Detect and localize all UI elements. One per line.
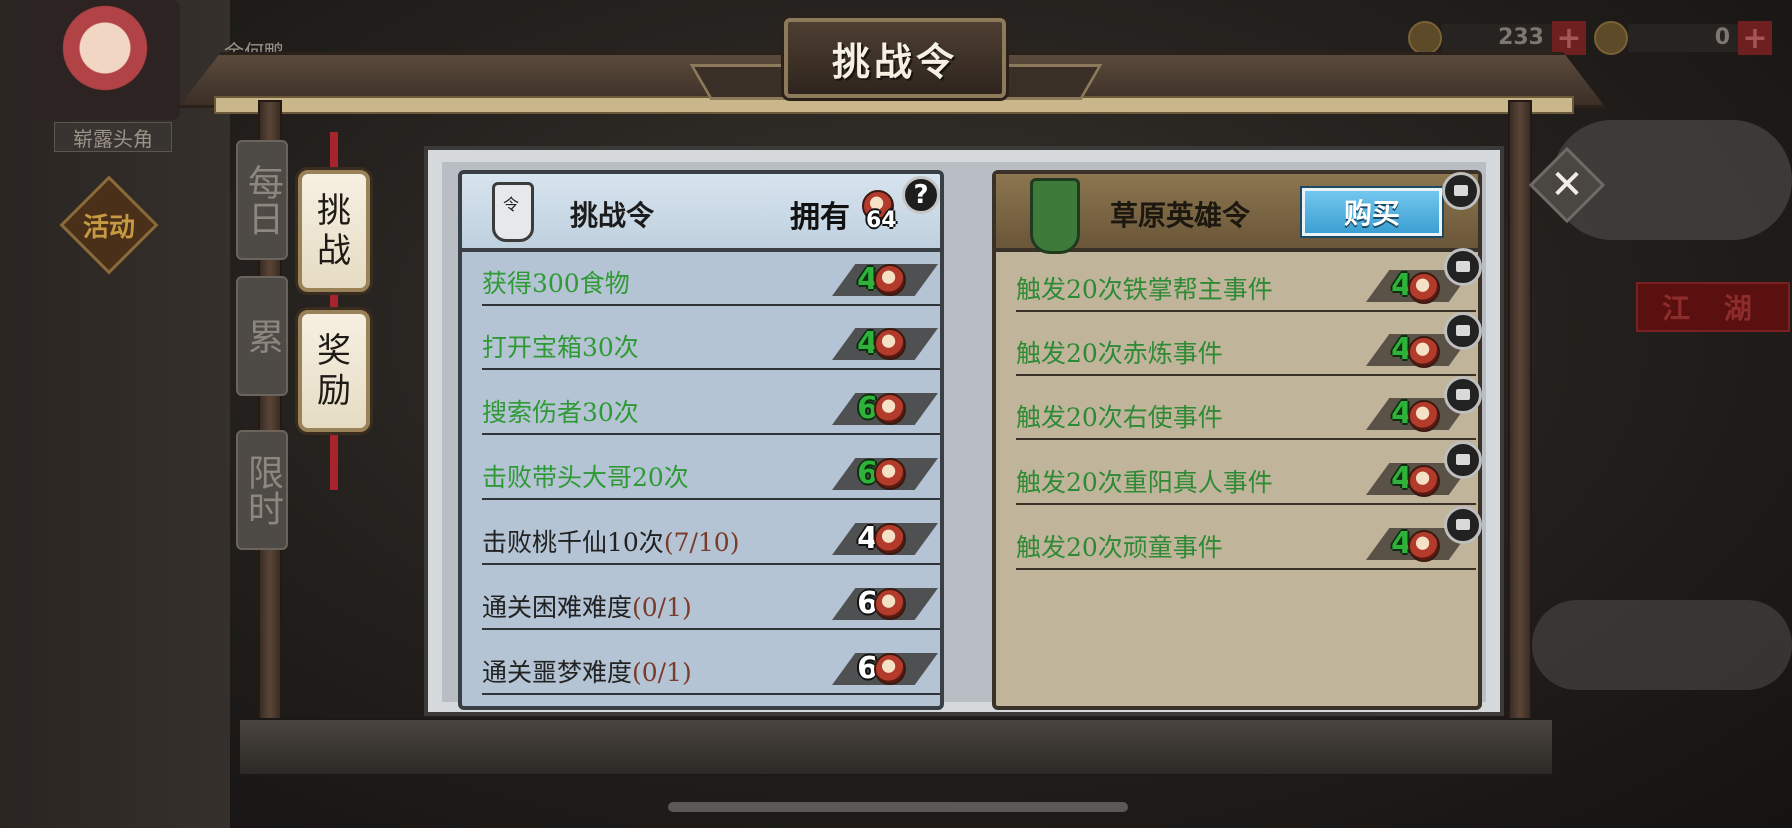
buy-button[interactable]: 购买 (1302, 188, 1442, 236)
tab-reward-label: 奖励 (317, 331, 351, 411)
player-title-tag: 崭露头角 (54, 122, 172, 152)
drum-icon (874, 393, 906, 425)
drum-icon (874, 523, 906, 555)
hero-token-card-header: 草原英雄令 购买 (996, 172, 1480, 254)
player-avatar[interactable] (30, 0, 180, 120)
tab-rope (330, 132, 338, 172)
ghost-tab-accumulate[interactable]: 累 (236, 276, 288, 396)
task-text: 触发20次顽童事件 (1016, 533, 1223, 562)
drum-icon (1408, 465, 1440, 497)
challenge-card: 挑战令 拥有 64 ? 获得300食物 4 打开宝箱30次 4 搜索伤者30次 … (458, 170, 944, 710)
drum-icon (874, 264, 906, 296)
challenge-card-title: 挑战令 (570, 199, 655, 232)
task-text: 击败带头大哥20次 (482, 463, 689, 492)
lock-icon (1444, 312, 1482, 350)
task-text: 击败桃千仙10次(7/10) (482, 528, 740, 557)
task-text: 触发20次右使事件 (1016, 403, 1223, 432)
drum-icon (1408, 530, 1440, 562)
task-text: 打开宝箱30次 (482, 333, 639, 362)
drum-icon (874, 328, 906, 360)
home-indicator-bar (668, 802, 1128, 812)
grassland-token-icon (1030, 178, 1080, 254)
gold-resource: 0 + (1594, 18, 1772, 58)
ghost-tab-limited[interactable]: 限时 (236, 430, 288, 550)
add-gold-button[interactable]: + (1738, 21, 1772, 56)
drum-icon (874, 653, 906, 685)
task-row: 触发20次重阳真人事件 4 (1016, 441, 1482, 505)
challenge-token-icon (492, 182, 534, 242)
task-text: 触发20次重阳真人事件 (1016, 468, 1273, 497)
task-row: 击败桃千仙10次(7/10) 4 (482, 515, 940, 565)
task-row: 击败带头大哥20次 6 (482, 450, 940, 500)
help-button[interactable]: ? (902, 176, 940, 214)
drum-icon (1408, 336, 1440, 368)
drum-icon (874, 588, 906, 620)
gold-value: 0 (1628, 24, 1738, 52)
close-icon: ✕ (1550, 162, 1584, 208)
task-row: 触发20次赤炼事件 4 (1016, 312, 1482, 376)
task-text: 获得300食物 (482, 269, 630, 298)
task-row: 通关困难难度(0/1) 6 (482, 580, 940, 630)
task-row: 获得300食物 4 (482, 256, 940, 306)
lock-icon (1442, 172, 1480, 210)
page-title: 挑战令 (831, 38, 958, 84)
task-text: 通关困难难度(0/1) (482, 593, 692, 622)
event-charm-label: 活动 (82, 212, 135, 243)
lock-icon (1444, 376, 1482, 414)
challenge-card-header: 挑战令 拥有 64 ? (462, 174, 940, 252)
task-row: 触发20次顽童事件 4 (1016, 506, 1482, 570)
hero-token-card: 草原英雄令 购买 触发20次铁掌帮主事件 4 触发20次赤炼事件 4 触发20次… (992, 170, 1482, 710)
tab-rope (330, 430, 338, 490)
cloud-decoration (1532, 600, 1792, 690)
task-text: 触发20次赤炼事件 (1016, 339, 1223, 368)
task-row: 搜索伤者30次 6 (482, 385, 940, 435)
drum-icon (874, 458, 906, 490)
frame-base (238, 718, 1554, 776)
lock-icon (1444, 441, 1482, 479)
lock-icon (1444, 248, 1482, 286)
tab-challenge-label: 挑战 (317, 191, 351, 271)
jianghu-button[interactable]: 江 湖 (1636, 282, 1790, 332)
own-label: 拥有 (790, 200, 850, 235)
lock-icon (1444, 506, 1482, 544)
task-text: 触发20次铁掌帮主事件 (1016, 275, 1273, 304)
task-row: 打开宝箱30次 4 (482, 320, 940, 370)
tab-reward[interactable]: 奖励 (298, 310, 370, 432)
frame-pillar-right (1508, 100, 1532, 740)
tab-challenge[interactable]: 挑战 (298, 170, 370, 292)
task-progress: (7/10) (663, 528, 740, 557)
food-leaf-icon (1408, 21, 1442, 55)
task-text: 通关噩梦难度(0/1) (482, 658, 692, 687)
task-row: 触发20次右使事件 4 (1016, 376, 1482, 440)
frame-roof-trim (214, 96, 1574, 114)
drum-icon (1408, 272, 1440, 304)
task-row: 通关噩梦难度(0/1) 6 (482, 645, 940, 695)
task-row: 触发20次铁掌帮主事件 4 (1016, 248, 1482, 312)
title-plaque: 挑战令 (784, 18, 1006, 98)
own-count: 64 (866, 208, 897, 233)
task-progress: (0/1) (632, 658, 692, 687)
gold-ingot-icon (1594, 21, 1628, 55)
task-text: 搜索伤者30次 (482, 398, 639, 427)
hero-token-title: 草原英雄令 (1110, 199, 1251, 232)
task-progress: (0/1) (632, 593, 692, 622)
drum-icon (1408, 400, 1440, 432)
ghost-tab-daily[interactable]: 每日 (236, 140, 288, 260)
add-food-button[interactable]: + (1552, 21, 1586, 56)
food-value: 233 (1442, 24, 1552, 52)
